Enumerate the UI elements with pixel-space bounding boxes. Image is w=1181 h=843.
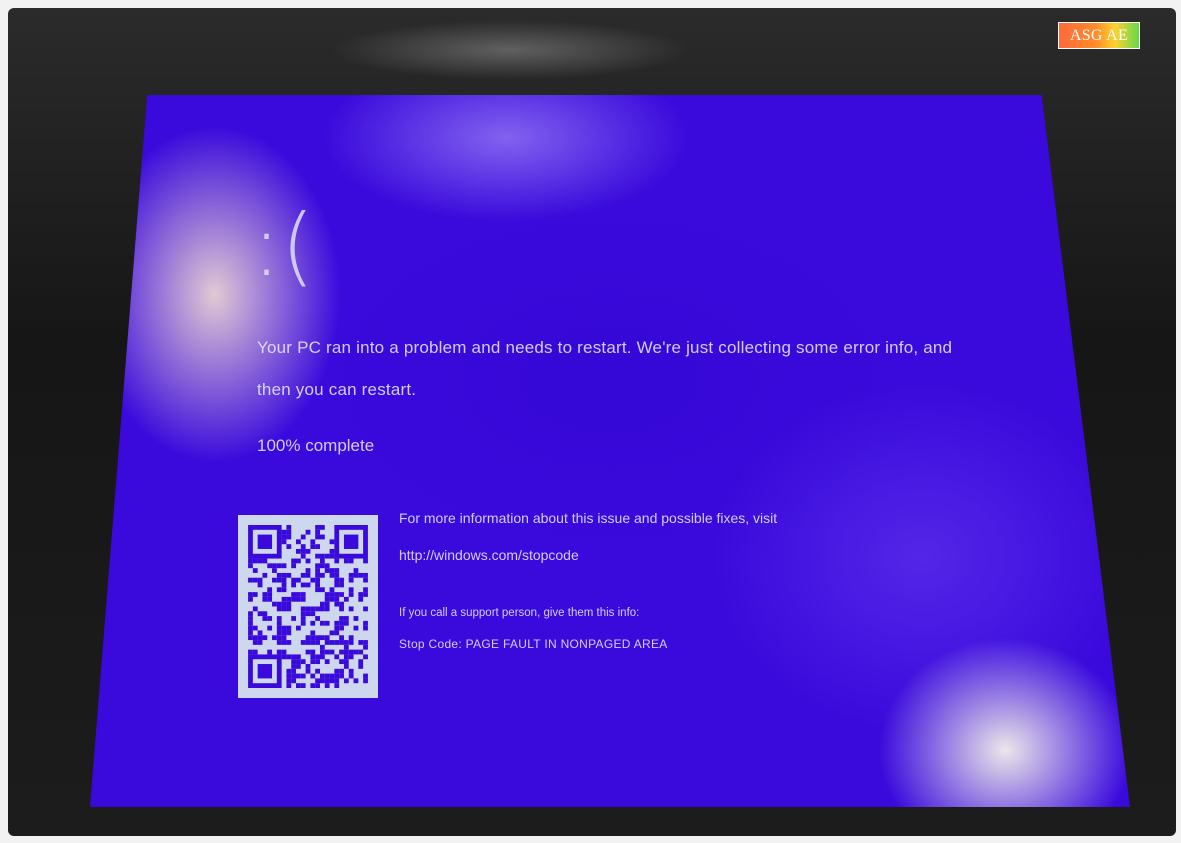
bsod-content: :( Your PC ran into a problem and needs … — [90, 95, 1130, 807]
label-sticker: ASG AE — [1058, 22, 1140, 49]
stop-code: Stop Code: PAGE FAULT IN NONPAGED AREA — [399, 637, 668, 651]
error-message: Your PC ran into a problem and needs to … — [257, 338, 953, 399]
more-info-text: For more information about this issue an… — [399, 510, 778, 526]
bsod-screen: :( Your PC ran into a problem and needs … — [90, 95, 1130, 807]
support-text: If you call a support person, give them … — [399, 607, 640, 619]
progress-text: 100% complete — [257, 436, 375, 455]
sad-face: :( — [252, 196, 315, 296]
bezel-glare — [330, 20, 690, 80]
qr-code-graphic — [248, 525, 368, 688]
qr-code-icon — [238, 515, 378, 698]
stopcode-link[interactable]: http://windows.com/stopcode — [399, 547, 579, 563]
